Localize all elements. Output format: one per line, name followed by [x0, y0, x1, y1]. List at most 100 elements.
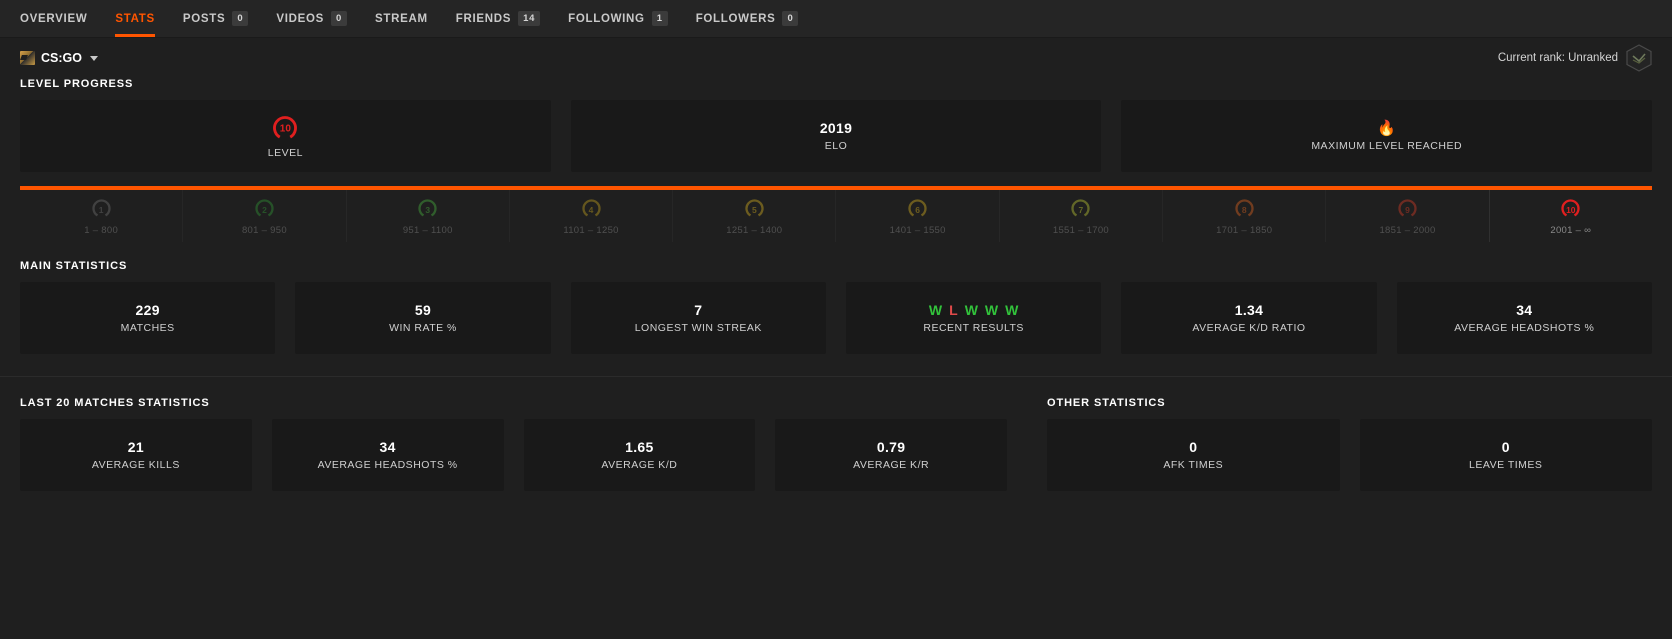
game-selector-dropdown[interactable]: CS:GO: [20, 51, 98, 65]
rank-badge-icon: [1626, 44, 1652, 72]
level-tick-range: 1701 – 1850: [1216, 224, 1273, 236]
level-tick-range: 1551 – 1700: [1052, 224, 1109, 236]
nav-tab-label: FRIENDS: [455, 12, 512, 25]
chevron-down-icon: [89, 55, 98, 61]
game-bar: CS:GO Current rank: Unranked: [0, 38, 1672, 78]
stat-card-average-headshots-: 34 AVERAGE HEADSHOTS %: [271, 419, 504, 491]
csgo-logo-icon: [20, 51, 35, 65]
other-statistics-cards: 0 AFK TIMES 0 LEAVE TIMES: [1027, 419, 1672, 491]
card-value: 2019: [819, 120, 853, 136]
card-value: 1.34: [1234, 302, 1264, 318]
bottom-sections: LAST 20 MATCHES STATISTICS 21 AVERAGE KIL…: [0, 397, 1672, 491]
stat-card-average-k-d-ratio: 1.34 AVERAGE K/D RATIO: [1121, 282, 1377, 354]
level-tick-6: 6 1401 – 1550: [835, 190, 998, 242]
last-20-section: LAST 20 MATCHES STATISTICS 21 AVERAGE KIL…: [0, 397, 1027, 491]
level-tick-number: 2: [262, 204, 267, 215]
card-value: 21: [127, 439, 144, 455]
nav-tab-following[interactable]: FOLLOWING 1: [554, 0, 682, 37]
card-label: WIN RATE %: [389, 322, 457, 334]
level-tick-range: 1 – 800: [84, 224, 119, 236]
level-tick-range: 1851 – 2000: [1379, 224, 1436, 236]
level-tick-number: 9: [1405, 204, 1410, 215]
nav-tab-badge: 0: [331, 11, 347, 26]
card-value: 1.65: [625, 439, 654, 455]
last-20-title: LAST 20 MATCHES STATISTICS: [20, 397, 210, 409]
level-number: 10: [279, 123, 291, 135]
nav-tab-label: POSTS: [182, 12, 226, 25]
current-rank: Current rank: Unranked: [1498, 44, 1652, 72]
card-value: 229: [135, 302, 160, 318]
level-tick-range: 1401 – 1550: [889, 224, 946, 236]
card-label: AVERAGE K/R: [853, 459, 930, 471]
level-tick-number: 4: [588, 204, 594, 215]
level-8-badge-icon: 8: [1232, 197, 1256, 221]
recent-results-list: WLWWW: [929, 302, 1018, 318]
main-statistics-title: MAIN STATISTICS: [20, 260, 128, 272]
level-tick-number: 6: [915, 204, 920, 215]
game-selector-label: CS:GO: [41, 51, 82, 65]
nav-tab-label: FOLLOWING: [568, 12, 645, 25]
level-tick-scale: 1 1 – 800 2 801 – 950 3 951 – 1100 4 1101 – 125…: [20, 190, 1652, 242]
level-2-badge-icon: 2: [252, 197, 276, 221]
card-value: 34: [1516, 302, 1533, 318]
nav-tab-followers[interactable]: FOLLOWERS 0: [682, 0, 813, 37]
current-rank-label: Current rank: Unranked: [1497, 52, 1618, 64]
recent-result-win: W: [1005, 302, 1019, 318]
level-progress-cards: 10 LEVEL 2019 ELO 🔥 MAXIMUM LEVEL REACHED: [0, 100, 1672, 172]
other-statistics-section: OTHER STATISTICS 0 AFK TIMES 0 LEAVE TIMES: [1027, 397, 1672, 491]
level-tick-number: 5: [751, 204, 757, 215]
level-tick-range: 2001 – ∞: [1550, 224, 1592, 236]
level-tick-range: 951 – 1100: [402, 224, 453, 236]
nav-tab-badge: 0: [782, 11, 799, 26]
level-tick-8: 8 1701 – 1850: [1162, 190, 1325, 242]
recent-result-win: W: [928, 302, 943, 318]
card-value: 0.79: [876, 439, 906, 455]
stat-card-average-headshots-: 34 AVERAGE HEADSHOTS %: [1396, 282, 1652, 354]
section-divider: [0, 376, 1672, 377]
nav-tab-badge: 1: [651, 11, 668, 26]
stat-card-afk-times: 0 AFK TIMES: [1047, 419, 1340, 491]
card-value: 0: [1189, 439, 1198, 455]
card-label: AVERAGE KILLS: [91, 459, 180, 471]
level-tick-3: 3 951 – 1100: [345, 190, 509, 242]
level-tick-10: 10 2001 – ∞: [1488, 190, 1652, 242]
level-progress-card-maximum-level-reached: 🔥 MAXIMUM LEVEL REACHED: [1121, 100, 1653, 172]
nav-tab-stats[interactable]: STATS: [101, 0, 169, 37]
stat-card-average-kills: 21 AVERAGE KILLS: [20, 419, 252, 491]
level-progress-title: LEVEL PROGRESS: [20, 78, 134, 90]
level-7-badge-icon: 7: [1069, 197, 1093, 221]
card-label: AFK TIMES: [1163, 459, 1224, 471]
level-tick-number: 3: [425, 204, 431, 215]
card-label: RECENT RESULTS: [923, 322, 1024, 334]
card-label: MATCHES: [120, 322, 175, 334]
stats-page: OVERVIEW STATS POSTS 0 VIDEOS 0 STREAM FRIENDS 1…: [0, 0, 1672, 639]
stat-card-average-k-r: 0.79 AVERAGE K/R: [775, 419, 1007, 491]
stat-card-leave-times: 0 LEAVE TIMES: [1359, 419, 1652, 491]
level-3-badge-icon: 3: [416, 197, 440, 221]
level-progress-card-level: 10 LEVEL: [20, 100, 551, 172]
card-value: 0: [1501, 439, 1510, 455]
nav-tab-label: STREAM: [375, 12, 428, 25]
nav-tab-posts[interactable]: POSTS 0: [169, 0, 262, 37]
nav-tab-label: OVERVIEW: [20, 12, 88, 25]
card-label: AVERAGE K/D RATIO: [1192, 322, 1306, 334]
card-label: AVERAGE HEADSHOTS %: [1454, 322, 1595, 334]
nav-tab-overview[interactable]: OVERVIEW: [20, 0, 101, 37]
other-statistics-title: OTHER STATISTICS: [1047, 397, 1166, 409]
level-4-badge-icon: 4: [579, 197, 603, 221]
card-label: LEAVE TIMES: [1469, 459, 1543, 471]
level-tick-2: 2 801 – 950: [182, 190, 345, 242]
nav-tab-friends[interactable]: FRIENDS 14: [442, 0, 554, 37]
level-tick-7: 7 1551 – 1700: [998, 190, 1162, 242]
flame-icon: 🔥: [1377, 119, 1397, 137]
card-value: 34: [379, 439, 396, 455]
card-label: AVERAGE HEADSHOTS %: [317, 459, 458, 471]
level-1-badge-icon: 1: [89, 197, 113, 221]
nav-tab-badge: 0: [232, 11, 249, 26]
nav-tab-videos[interactable]: VIDEOS 0: [262, 0, 361, 37]
level-tick-4: 4 1101 – 1250: [508, 190, 672, 242]
nav-tab-label: FOLLOWERS: [695, 12, 776, 25]
last-20-cards: 21 AVERAGE KILLS 34 AVERAGE HEADSHOTS % 1.65…: [0, 419, 1027, 491]
nav-tab-stream[interactable]: STREAM: [361, 0, 442, 37]
main-statistics-cards: 229 MATCHES 59 WIN RATE % 7 LONGEST WIN STREA…: [0, 282, 1672, 354]
